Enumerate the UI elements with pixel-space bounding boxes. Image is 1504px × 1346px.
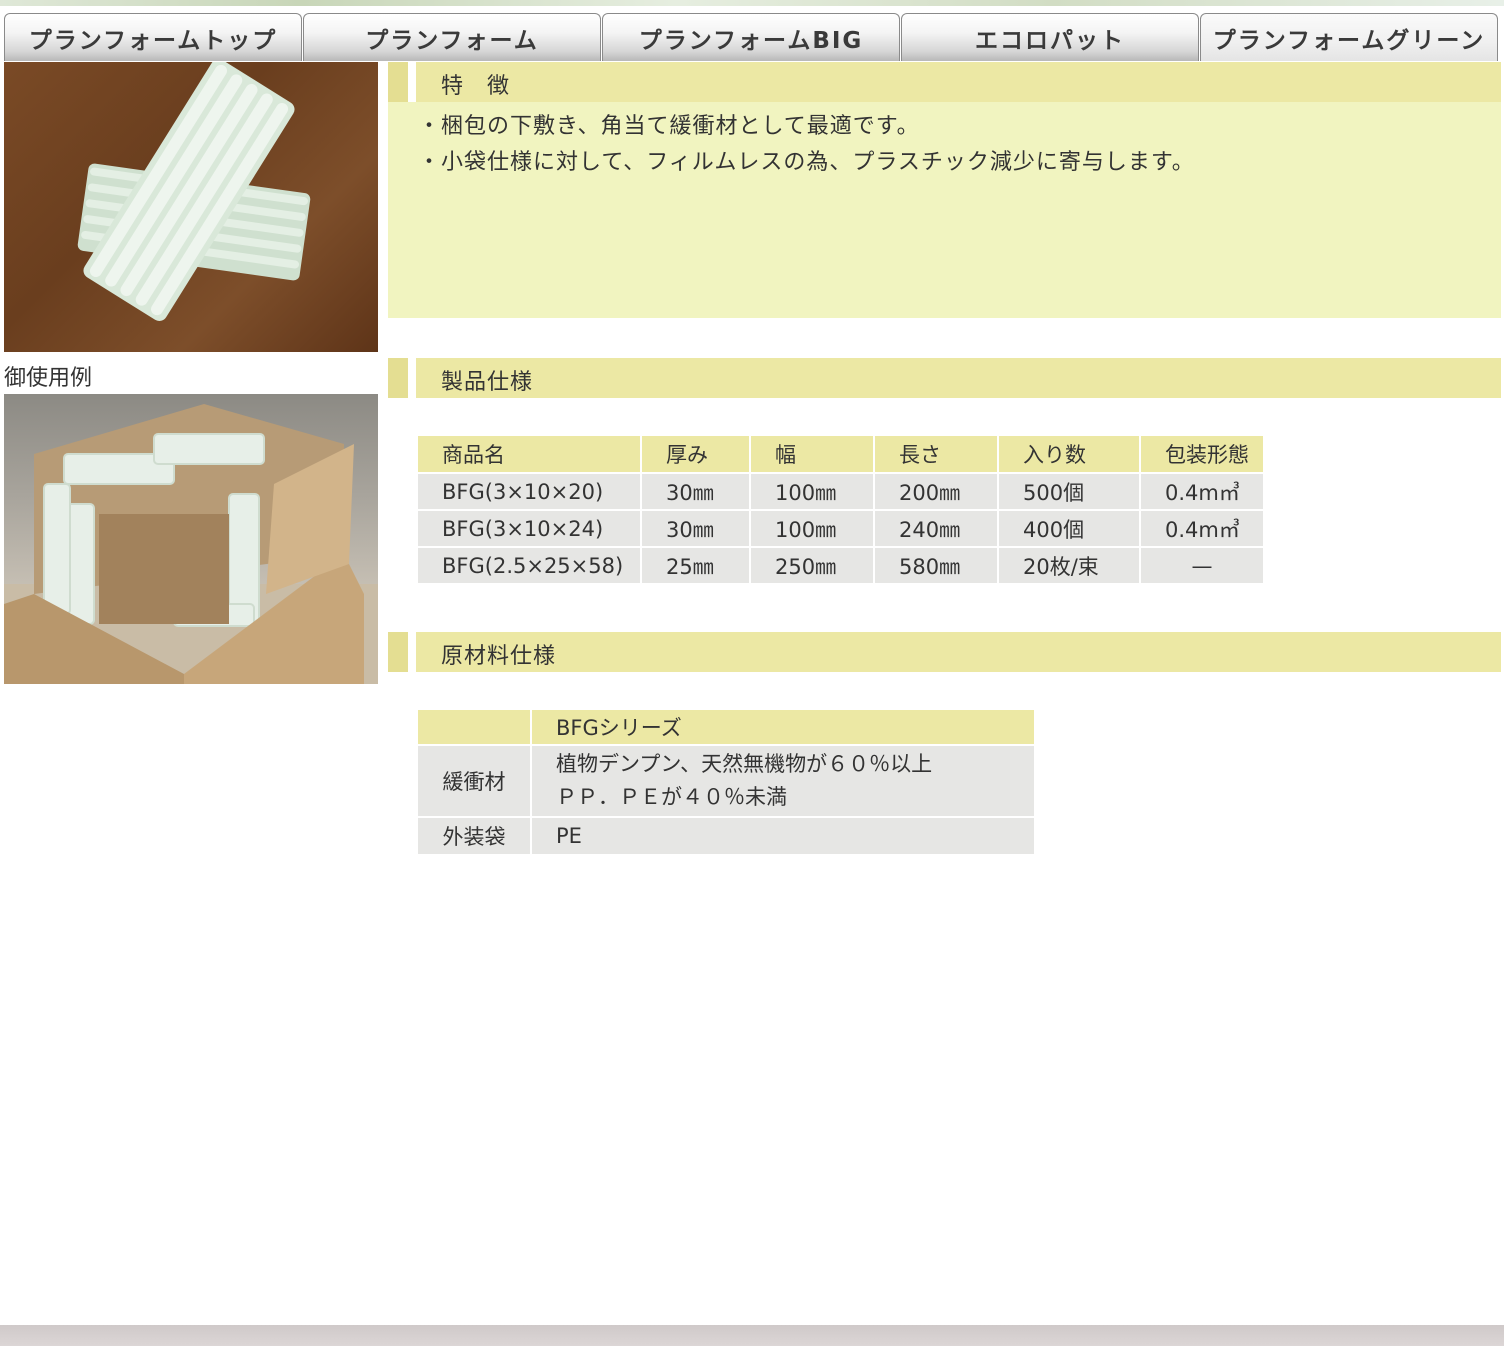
foam-pads-illustration bbox=[77, 62, 311, 321]
usage-example-photo bbox=[4, 394, 378, 684]
col-header-name: 商品名 bbox=[416, 434, 642, 474]
col-header-length: 長さ bbox=[873, 434, 999, 474]
col-header-packaging: 包装形態 bbox=[1139, 434, 1265, 474]
usage-example-caption: 御使用例 bbox=[4, 366, 93, 391]
tab-planfoam[interactable]: プランフォーム bbox=[303, 13, 601, 61]
box-with-foam-illustration bbox=[4, 404, 378, 684]
footer-bar bbox=[0, 1325, 1504, 1346]
section-marker-gap bbox=[408, 358, 416, 398]
cell-width: 250㎜ bbox=[749, 546, 875, 585]
feature-line: ・小袋仕様に対して、フィルムレスの為、プラスチック減少に寄与します。 bbox=[418, 150, 1195, 175]
table-header-row: 商品名 厚み 幅 長さ 入り数 包装形態 bbox=[416, 434, 1265, 474]
table-row: 緩衝材 植物デンプン、天然無機物が６０％以上 ＰＰ．ＰＥが４０％未満 bbox=[416, 744, 1036, 818]
cell-thickness: 25㎜ bbox=[640, 546, 751, 585]
section-marker-gap bbox=[408, 62, 416, 102]
features-box: ・梱包の下敷き、角当て緩衝材として最適です。 ・小袋仕様に対して、フィルムレスの… bbox=[388, 102, 1501, 318]
material-header: 原材料仕様 bbox=[388, 632, 1501, 672]
feature-line: ・梱包の下敷き、角当て緩衝材として最適です。 bbox=[418, 114, 920, 139]
material-table: BFGシリーズ 緩衝材 植物デンプン、天然無機物が６０％以上 ＰＰ．ＰＥが４０％… bbox=[416, 708, 1036, 856]
row-label-outer-bag: 外装袋 bbox=[416, 816, 532, 856]
col-header-width: 幅 bbox=[749, 434, 875, 474]
table-row: 外装袋 PE bbox=[416, 816, 1036, 856]
cell-cushion-material: 植物デンプン、天然無機物が６０％以上 ＰＰ．ＰＥが４０％未満 bbox=[530, 744, 1036, 818]
cell-quantity: 400個 bbox=[997, 509, 1141, 548]
cell-packaging: — bbox=[1139, 546, 1265, 585]
product-photo bbox=[4, 62, 378, 352]
section-marker bbox=[388, 62, 408, 102]
table-row: BFG(3×10×20) 30㎜ 100㎜ 200㎜ 500個 0.4m㎥ bbox=[416, 472, 1265, 511]
cell-quantity: 20枚/束 bbox=[997, 546, 1141, 585]
material-line: 植物デンプン、天然無機物が６０％以上 bbox=[556, 752, 933, 776]
cell-quantity: 500個 bbox=[997, 472, 1141, 511]
cell-packaging: 0.4m㎥ bbox=[1139, 472, 1265, 511]
cell-width: 100㎜ bbox=[749, 472, 875, 511]
tab-planfoam-top[interactable]: プランフォームトップ bbox=[4, 13, 302, 61]
spec-table: 商品名 厚み 幅 長さ 入り数 包装形態 BFG(3×10×20) 30㎜ 10… bbox=[416, 434, 1265, 585]
tab-planfoam-green[interactable]: プランフォームグリーン bbox=[1200, 13, 1498, 61]
tab-ecolopat[interactable]: エコロパット bbox=[901, 13, 1199, 61]
table-row: BFG(3×10×24) 30㎜ 100㎜ 240㎜ 400個 0.4m㎥ bbox=[416, 509, 1265, 548]
cell-packaging: 0.4m㎥ bbox=[1139, 509, 1265, 548]
spec-header: 製品仕様 bbox=[388, 358, 1501, 398]
cell-outer-bag-material: PE bbox=[530, 816, 1036, 856]
top-decoration-strip bbox=[0, 0, 1504, 6]
cell-thickness: 30㎜ bbox=[640, 472, 751, 511]
cell-name: BFG(3×10×24) bbox=[416, 509, 642, 548]
cell-width: 100㎜ bbox=[749, 509, 875, 548]
table-header-row: BFGシリーズ bbox=[416, 708, 1036, 746]
cell-length: 240㎜ bbox=[873, 509, 999, 548]
material-title: 原材料仕様 bbox=[441, 644, 557, 669]
row-label-cushion: 緩衝材 bbox=[416, 744, 532, 818]
col-header-blank bbox=[416, 708, 532, 746]
cell-name: BFG(3×10×20) bbox=[416, 472, 642, 511]
features-title: 特 徴 bbox=[441, 74, 511, 99]
section-marker bbox=[388, 358, 408, 398]
section-marker-gap bbox=[408, 632, 416, 672]
material-line: ＰＰ．ＰＥが４０％未満 bbox=[556, 785, 787, 809]
table-row: BFG(2.5×25×58) 25㎜ 250㎜ 580㎜ 20枚/束 — bbox=[416, 546, 1265, 585]
product-tabs: プランフォームトップ プランフォーム プランフォームBIG エコロパット プラン… bbox=[4, 13, 1502, 63]
cell-thickness: 30㎜ bbox=[640, 509, 751, 548]
section-marker bbox=[388, 632, 408, 672]
col-header-series: BFGシリーズ bbox=[530, 708, 1036, 746]
spec-title: 製品仕様 bbox=[441, 370, 534, 395]
tab-planfoam-big[interactable]: プランフォームBIG bbox=[602, 13, 900, 61]
cell-length: 200㎜ bbox=[873, 472, 999, 511]
features-header: 特 徴 bbox=[388, 62, 1501, 102]
cell-length: 580㎜ bbox=[873, 546, 999, 585]
col-header-thickness: 厚み bbox=[640, 434, 751, 474]
col-header-quantity: 入り数 bbox=[997, 434, 1141, 474]
cell-name: BFG(2.5×25×58) bbox=[416, 546, 642, 585]
